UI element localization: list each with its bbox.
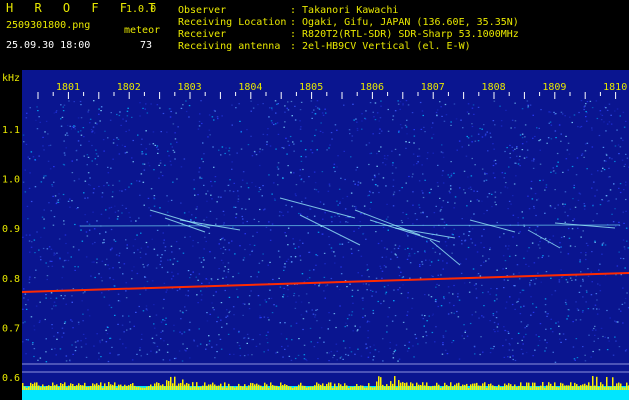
time-label: 1801	[56, 82, 80, 93]
time-label: 1803	[178, 82, 202, 93]
freq-label: 0.8	[2, 274, 20, 285]
observer-value: : Takanori Kawachi	[290, 5, 399, 16]
file-name: 2509301800.png	[6, 20, 91, 31]
freq-label: 0.7	[2, 323, 20, 334]
freq-label: 1.1	[2, 125, 20, 136]
observer-label: Observer	[178, 5, 227, 16]
time-label: 1808	[482, 82, 506, 93]
time-label: 1807	[421, 82, 445, 93]
time-label: 1806	[360, 82, 384, 93]
time-label: 1802	[117, 82, 141, 93]
header-panel: H R O F F T 1.0.0 2509301800.png meteor …	[0, 0, 629, 70]
time-label: 1805	[299, 82, 323, 93]
antenna-value: : 2el-HB9CV Vertical (el. E-W)	[290, 41, 471, 52]
app-version: 1.0.0	[126, 4, 157, 15]
time-label: 1810	[603, 82, 627, 93]
time-label: 1804	[238, 82, 262, 93]
time-label: 1809	[542, 82, 566, 93]
freq-unit: kHz	[2, 73, 20, 84]
location-value: : Ogaki, Gifu, JAPAN (136.60E, 35.35N)	[290, 17, 519, 28]
antenna-label: Receiving antenna	[178, 41, 281, 52]
datetime: 25.09.30 18:00	[6, 40, 91, 51]
receiver-label: Receiver	[178, 29, 227, 40]
freq-label: 0.6	[2, 373, 20, 384]
spectrogram-plot: kHz 1801 1802 1803 1804 1805 1806 1807 1808 1809…	[0, 70, 629, 400]
receiver-value: : R820T2(RTL-SDR) SDR-Sharp 53.1000MHz	[290, 29, 519, 40]
freq-label: 1.0	[2, 175, 20, 186]
location-label: Receiving Location	[178, 17, 287, 28]
meteor-label: meteor	[124, 25, 161, 36]
meteor-count: 73	[140, 40, 153, 51]
freq-label: 0.9	[2, 224, 20, 235]
